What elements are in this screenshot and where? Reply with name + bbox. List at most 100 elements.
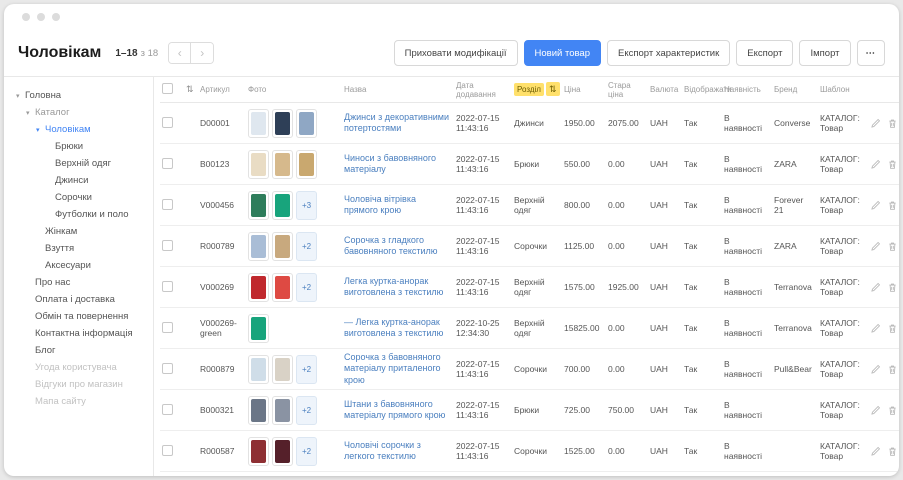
prev-page-button[interactable]: ‹ <box>169 43 191 63</box>
edit-icon[interactable] <box>870 200 881 211</box>
edit-icon[interactable] <box>870 159 881 170</box>
column-header-availability[interactable]: Наявність <box>722 82 772 97</box>
row-checkbox[interactable] <box>162 117 173 128</box>
sidebar-item[interactable]: Верхній одяг <box>16 155 149 172</box>
row-checkbox[interactable] <box>162 240 173 251</box>
product-name-link[interactable]: Чоловіча вітрівка прямого крою <box>344 194 450 217</box>
sidebar-item[interactable]: Про нас <box>16 274 149 291</box>
edit-icon[interactable] <box>870 282 881 293</box>
sidebar-item[interactable]: Брюки <box>16 138 149 155</box>
caret-down-icon[interactable]: ▾ <box>26 109 35 117</box>
row-checkbox[interactable] <box>162 322 173 333</box>
sidebar-tree: ▾ Головна ▾ Каталог ▾ Чоловікам Брюки Ве… <box>4 77 154 476</box>
product-brand: Forever 21 <box>772 192 818 218</box>
column-header-name[interactable]: Назва <box>342 82 454 97</box>
sidebar-item[interactable]: Оплата і доставка <box>16 291 149 308</box>
import-button[interactable]: Імпорт <box>799 40 850 66</box>
sidebar-item[interactable]: Взуття <box>16 240 149 257</box>
delete-icon[interactable] <box>887 446 898 457</box>
category-header-label[interactable]: Розділ <box>514 83 544 96</box>
delete-icon[interactable] <box>887 405 898 416</box>
column-header-photo[interactable]: Фото <box>246 82 342 97</box>
caret-down-icon[interactable]: ▾ <box>16 92 25 100</box>
window-dot-icon[interactable] <box>37 13 45 21</box>
edit-icon[interactable] <box>870 446 881 457</box>
column-header-template[interactable]: Шаблон <box>818 82 868 97</box>
column-header-sku[interactable]: Артикул <box>198 82 246 97</box>
product-category: Верхній одяг <box>512 274 562 300</box>
column-header-category[interactable]: Розділ⇅ <box>512 81 562 98</box>
delete-icon[interactable] <box>887 364 898 375</box>
delete-icon[interactable] <box>887 118 898 129</box>
column-header-price[interactable]: Ціна <box>562 82 606 97</box>
delete-icon[interactable] <box>887 200 898 211</box>
more-photos-badge[interactable]: +2 <box>296 232 317 261</box>
delete-icon[interactable] <box>887 159 898 170</box>
window-dot-icon[interactable] <box>22 13 30 21</box>
product-name-link[interactable]: Сорочка з бавовняного матеріалу притален… <box>344 352 450 386</box>
sidebar-item[interactable]: Мапа сайту <box>16 393 149 410</box>
delete-icon[interactable] <box>887 323 898 334</box>
column-header-display[interactable]: Відображати <box>682 82 722 97</box>
sidebar-item[interactable]: Угода користувача <box>16 359 149 376</box>
product-name-link[interactable]: Джинси з декоративними потертостями <box>344 112 450 135</box>
sidebar-item[interactable]: Блог <box>16 342 149 359</box>
row-checkbox[interactable] <box>162 158 173 169</box>
edit-icon[interactable] <box>870 405 881 416</box>
sidebar-item[interactable]: Аксесуари <box>16 257 149 274</box>
caret-down-icon[interactable]: ▾ <box>36 126 45 134</box>
delete-icon[interactable] <box>887 241 898 252</box>
delete-icon[interactable] <box>887 282 898 293</box>
row-checkbox[interactable] <box>162 445 173 456</box>
sort-order-icon[interactable]: ⇅ <box>186 84 194 94</box>
product-display-flag: Так <box>682 238 722 254</box>
sidebar-item[interactable]: Джинси <box>16 172 149 189</box>
more-actions-button[interactable]: ⋯ <box>857 40 886 66</box>
product-name-link[interactable]: — Легка куртка-анорак виготовлена з текс… <box>344 317 450 340</box>
product-photos: +3 <box>248 191 338 220</box>
select-all-checkbox[interactable] <box>162 83 173 94</box>
more-photos-badge[interactable]: +2 <box>296 437 317 466</box>
product-name-link[interactable]: Сорочка з гладкого бавовняного текстилю <box>344 235 450 258</box>
column-header-old-price[interactable]: Стара ціна <box>606 78 648 102</box>
product-template: КАТАЛОГ: Товар <box>818 274 868 300</box>
row-checkbox[interactable] <box>162 281 173 292</box>
product-name-link[interactable]: Чиноси з бавовняного матеріалу <box>344 153 450 176</box>
column-header-currency[interactable]: Валюта <box>648 82 682 97</box>
sidebar-item[interactable]: Контактна інформація <box>16 325 149 342</box>
row-checkbox[interactable] <box>162 404 173 415</box>
more-photos-badge[interactable]: +2 <box>296 273 317 302</box>
sidebar-item[interactable]: ▾ Головна <box>16 87 149 104</box>
sidebar-item[interactable]: Відгуки про магазин <box>16 376 149 393</box>
sidebar-item[interactable]: Сорочки <box>16 189 149 206</box>
more-photos-badge[interactable]: +3 <box>296 191 317 220</box>
edit-icon[interactable] <box>870 364 881 375</box>
edit-icon[interactable] <box>870 241 881 252</box>
export-button[interactable]: Експорт <box>736 40 793 66</box>
row-checkbox[interactable] <box>162 363 173 374</box>
more-photos-badge[interactable]: +2 <box>296 355 317 384</box>
next-page-button[interactable]: › <box>191 43 213 63</box>
new-product-button[interactable]: Новий товар <box>524 40 601 66</box>
column-header-brand[interactable]: Бренд <box>772 82 818 97</box>
product-name-link[interactable]: Легка куртка-анорак виготовлена з тексти… <box>344 276 450 299</box>
product-name-link[interactable]: Чоловічі сорочки з легкого текстилю <box>344 440 450 463</box>
window-dot-icon[interactable] <box>52 13 60 21</box>
edit-icon[interactable] <box>870 323 881 334</box>
product-date: 2022-07-15 11:43:16 <box>454 438 512 464</box>
hide-modifications-button[interactable]: Приховати модифікації <box>394 40 518 66</box>
category-sort-icon[interactable]: ⇅ <box>546 82 560 96</box>
product-photo <box>248 396 269 425</box>
export-attributes-button[interactable]: Експорт характеристик <box>607 40 730 66</box>
sidebar-item[interactable]: Жінкам <box>16 223 149 240</box>
column-header-date[interactable]: Дата додавання <box>454 78 512 102</box>
sidebar-item[interactable]: Обмін та повернення <box>16 308 149 325</box>
product-category: Сорочки <box>512 238 562 254</box>
sidebar-item[interactable]: ▾ Чоловікам <box>16 121 149 138</box>
sidebar-item[interactable]: Футболки и поло <box>16 206 149 223</box>
edit-icon[interactable] <box>870 118 881 129</box>
more-photos-badge[interactable]: +2 <box>296 396 317 425</box>
product-name-link[interactable]: Штани з бавовняного матеріалу прямого кр… <box>344 399 450 422</box>
row-checkbox[interactable] <box>162 199 173 210</box>
sidebar-item[interactable]: ▾ Каталог <box>16 104 149 121</box>
